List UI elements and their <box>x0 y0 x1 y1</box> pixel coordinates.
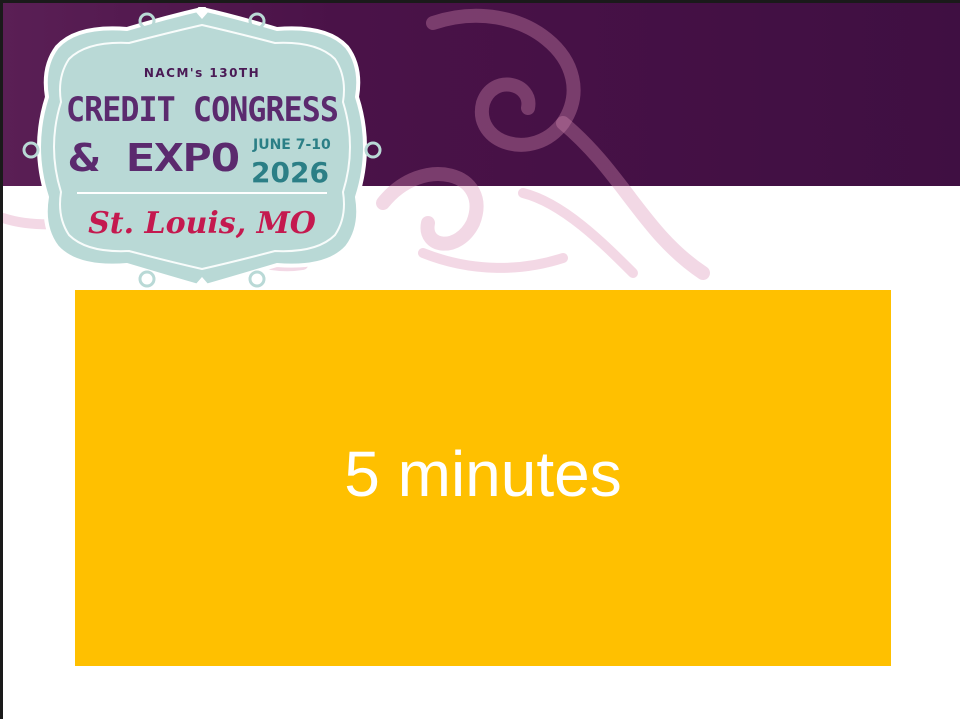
timer-label: 5 minutes <box>344 438 622 510</box>
logo-edition: NACM's 130TH <box>144 66 260 80</box>
logo-title-line1: CREDIT CONGRESS <box>66 90 338 130</box>
logo-city: St. Louis, MO <box>88 206 316 241</box>
logo-year: 2026 <box>251 156 329 189</box>
logo-dates: JUNE 7-10 <box>252 137 331 153</box>
congress-logo: NACM's 130TH CREDIT CONGRESS & EXPO JUNE… <box>22 7 382 292</box>
slide: NACM's 130TH CREDIT CONGRESS & EXPO JUNE… <box>0 0 960 719</box>
logo-title-line2: & EXPO <box>69 136 239 180</box>
timer-box: 5 minutes <box>75 290 891 666</box>
